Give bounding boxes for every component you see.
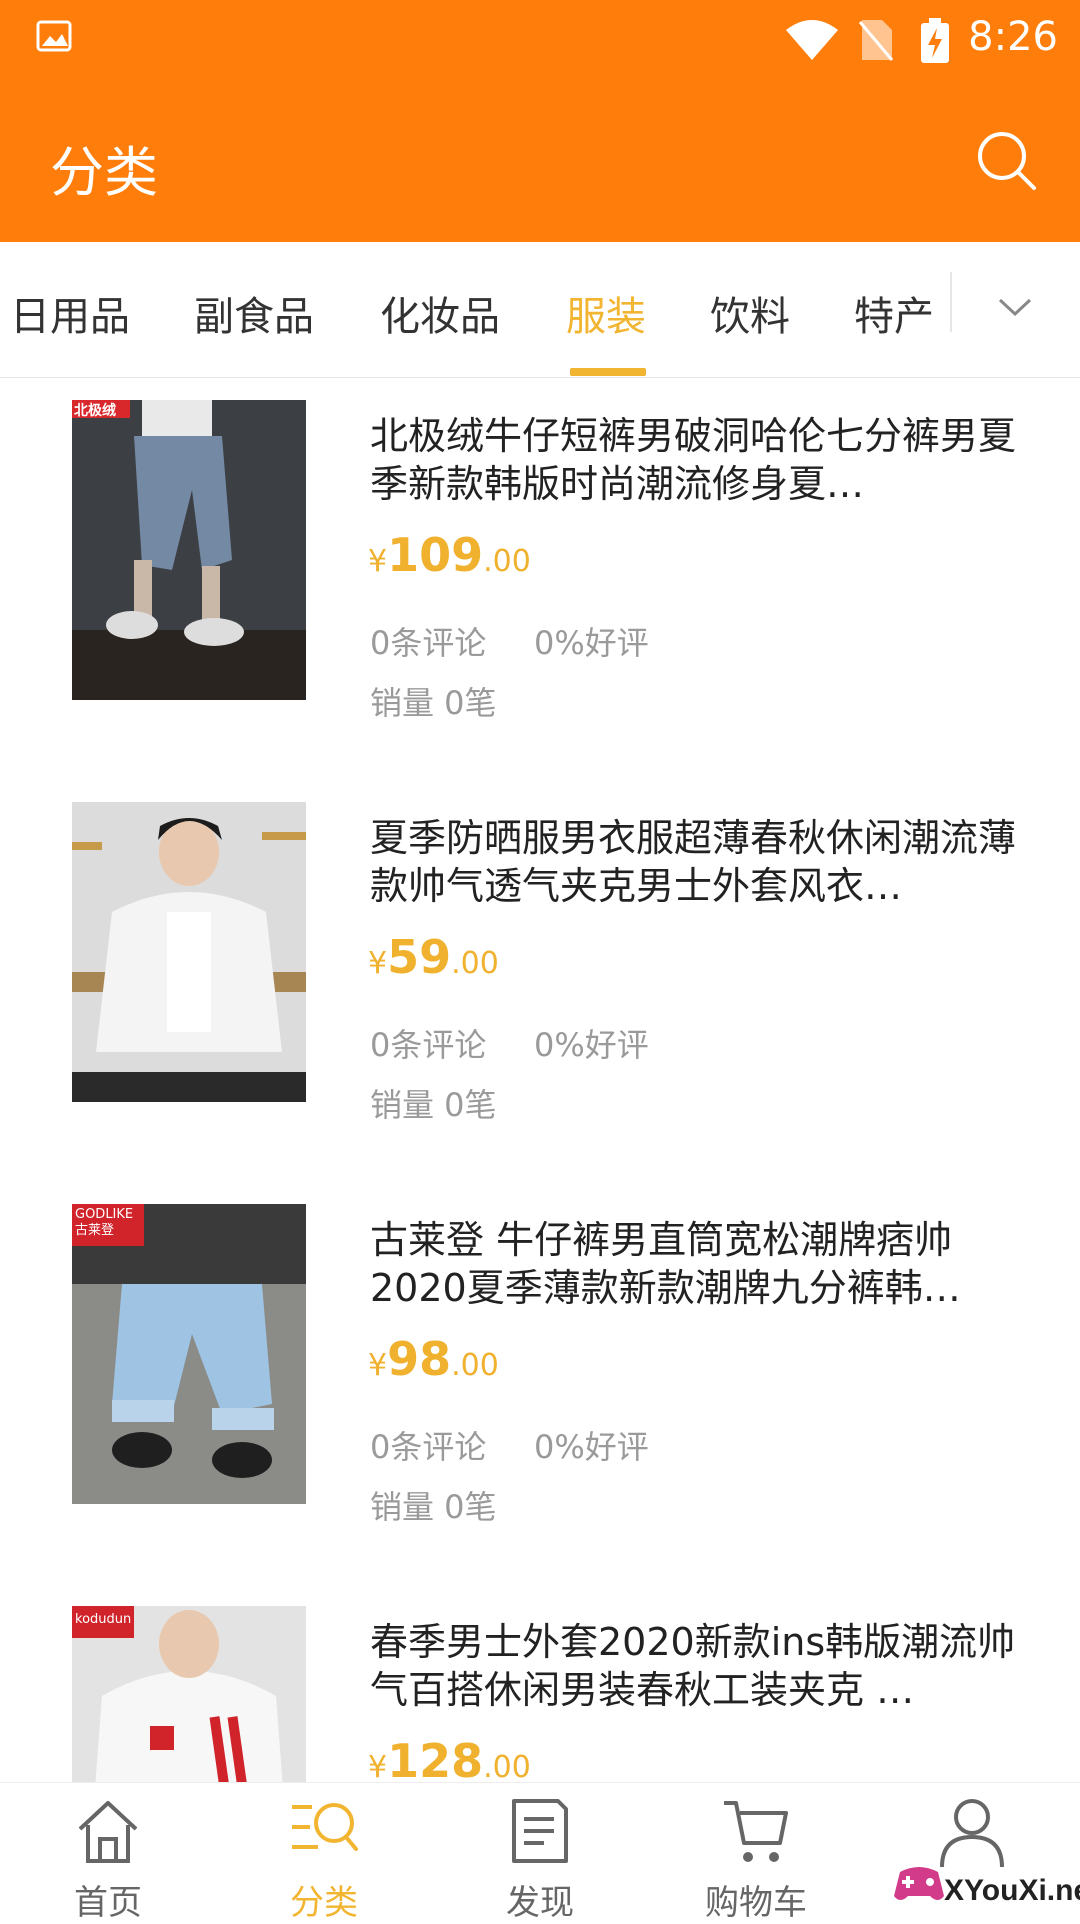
product-title[interactable]: 春季男士外套2020新款ins韩版潮流帅气百搭休闲男装春秋工装夹克 … [370,1618,1030,1714]
app-bar: 8:26 分类 [0,0,1080,242]
status-bar: 8:26 [0,0,1080,80]
tab-specialties[interactable]: 特产 [854,284,934,342]
page-title: 分类 [50,141,158,204]
product-good-rate: 0%好评 [534,624,649,662]
product-sales: 销量 0笔 [370,1086,497,1124]
status-time: 8:26 [968,14,1058,60]
product-item[interactable]: 北极绒 北极绒牛仔短裤男破洞哈伦七分裤男夏季新款韩版时尚潮流修身夏… ¥109.… [0,378,1080,778]
product-image: 北极绒 [72,400,306,700]
product-image [72,802,306,1102]
product-item[interactable]: 夏季防晒服男衣服超薄春秋休闲潮流薄款帅气透气夹克男士外套风衣… ¥59.00 0… [0,780,1080,1180]
price-integer: 109 [387,528,484,582]
product-badge: 北极绒 [74,403,116,419]
product-item[interactable]: kodudun 春季男士外套2020新款ins韩版潮流帅气百搭休闲男装春秋工装夹… [0,1584,1080,1782]
search-icon[interactable] [974,128,1040,194]
tab-cosmetics[interactable]: 化妆品 [380,284,500,342]
product-good-rate: 0%好评 [534,1428,649,1466]
product-sales: 销量 0笔 [370,1488,497,1526]
price-decimal: .00 [483,1750,531,1782]
price-integer: 59 [387,930,452,984]
product-price: ¥109.00 [368,528,531,582]
price-currency: ¥ [368,1348,388,1383]
nav-cart-label: 购物车 [705,1883,807,1923]
active-tab-indicator [570,368,646,376]
nav-discover[interactable]: 发现 [432,1783,648,1923]
tab-drinks[interactable]: 饮料 [710,284,790,342]
no-sim-icon [858,18,894,66]
product-price: ¥98.00 [368,1332,499,1386]
nav-discover-label: 发现 [506,1883,574,1923]
nav-cart[interactable]: 购物车 [648,1783,864,1923]
product-sales: 销量 0笔 [370,684,497,722]
price-decimal: .00 [483,544,531,579]
nav-category-label: 分类 [290,1883,358,1923]
product-image: GODLIKE 古莱登 [72,1204,306,1504]
home-icon [78,1801,138,1863]
tab-snacks[interactable]: 副食品 [194,284,314,342]
price-decimal: .00 [451,946,499,981]
watermark-text: XYouXi.net [944,1874,1080,1907]
site-watermark: XYouXi.net [892,1844,1080,1914]
product-title[interactable]: 夏季防晒服男衣服超薄春秋休闲潮流薄款帅气透气夹克男士外套风衣… [370,814,1030,910]
chevron-down-icon[interactable] [990,282,1040,332]
tab-clothing[interactable]: 服装 [566,284,646,342]
price-currency: ¥ [368,544,388,579]
product-comments: 0条评论 [370,1428,487,1466]
gamepad-logo-icon [894,1867,944,1900]
battery-charging-icon [920,18,950,68]
nav-home[interactable]: 首页 [0,1783,216,1923]
category-icon [292,1803,358,1851]
product-title[interactable]: 北极绒牛仔短裤男破洞哈伦七分裤男夏季新款韩版时尚潮流修身夏… [370,412,1030,508]
discover-icon [512,1799,568,1863]
product-image: kodudun [72,1606,306,1782]
price-currency: ¥ [368,1750,388,1782]
category-tabs: 日用品 副食品 化妆品 服装 饮料 特产 [0,242,1080,379]
tab-daily-goods[interactable]: 日用品 [10,284,130,342]
product-item[interactable]: GODLIKE 古莱登 古莱登 牛仔裤男直筒宽松潮牌痞帅2020夏季薄款新款潮牌… [0,1182,1080,1582]
wifi-icon [784,18,840,66]
product-good-rate: 0%好评 [534,1026,649,1064]
product-badge: kodudun [75,1612,132,1627]
nav-home-label: 首页 [74,1883,142,1923]
product-list: 北极绒 北极绒牛仔短裤男破洞哈伦七分裤男夏季新款韩版时尚潮流修身夏… ¥109.… [0,378,1080,1782]
product-price: ¥59.00 [368,930,499,984]
nav-category[interactable]: 分类 [216,1783,432,1923]
product-comments: 0条评论 [370,624,487,662]
price-integer: 98 [387,1332,452,1386]
tab-divider [950,272,952,332]
gallery-notification-icon [36,18,72,58]
product-comments: 0条评论 [370,1026,487,1064]
product-badge: GODLIKE 古莱登 [75,1207,134,1238]
price-currency: ¥ [368,946,388,981]
product-price: ¥128.00 [368,1734,531,1782]
price-decimal: .00 [451,1348,499,1383]
product-title[interactable]: 古莱登 牛仔裤男直筒宽松潮牌痞帅2020夏季薄款新款潮牌九分裤韩… [370,1216,1030,1312]
cart-icon [724,1801,788,1862]
price-integer: 128 [387,1734,484,1782]
